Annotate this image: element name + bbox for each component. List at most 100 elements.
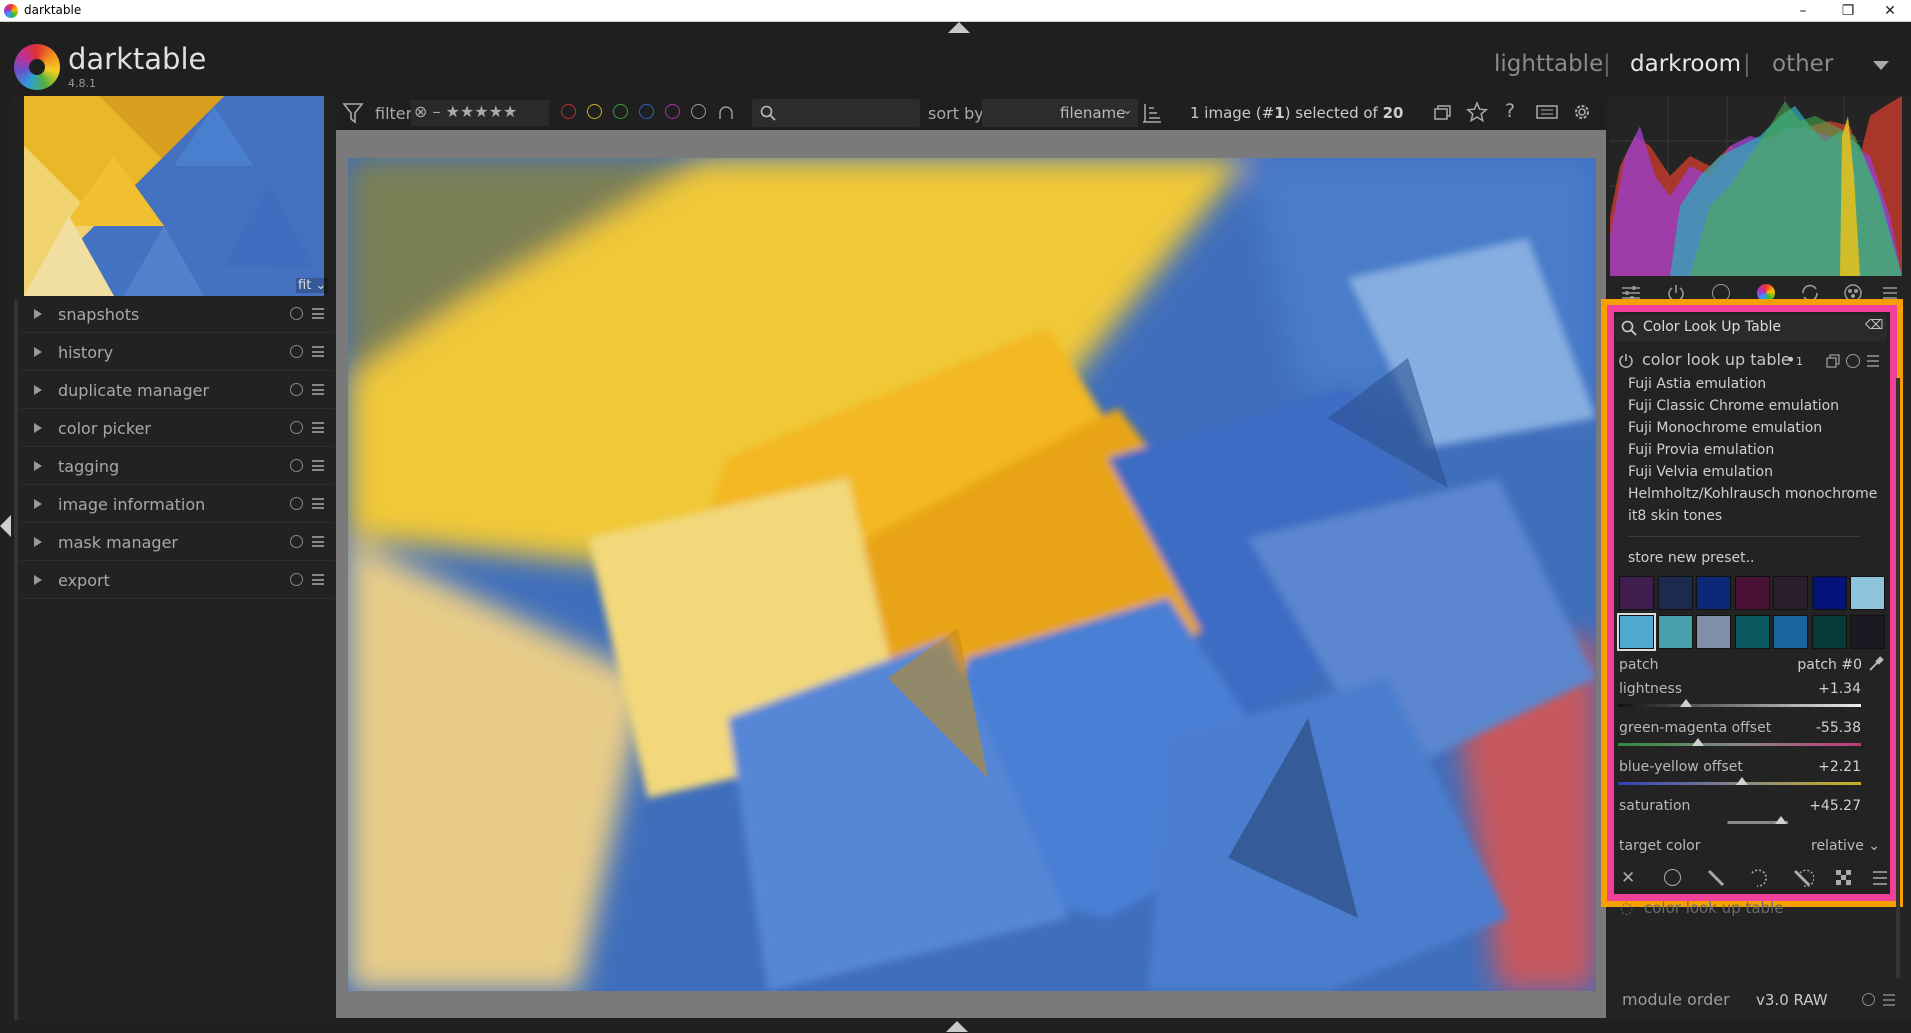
collapsed-module-header[interactable]: ◌ color look up table <box>1616 897 1886 921</box>
color-patch[interactable] <box>1811 615 1847 649</box>
quick-access-icon[interactable] <box>1620 283 1642 303</box>
blue-yellow-slider-handle[interactable] <box>1735 777 1748 785</box>
preset-item[interactable]: Fuji Classic Chrome emulation <box>1628 398 1839 414</box>
drawn-parametric-mask-icon[interactable] <box>1792 868 1814 888</box>
maximize-button[interactable]: ❐ <box>1828 1 1868 21</box>
color-label-operator-icon[interactable] <box>717 104 735 120</box>
color-modules-icon[interactable] <box>1757 284 1775 302</box>
green-magenta-slider[interactable] <box>1618 743 1861 746</box>
filter-funnel-icon[interactable] <box>342 101 364 125</box>
store-new-preset[interactable]: store new preset.. <box>1628 550 1755 566</box>
presets-menu-icon[interactable] <box>312 346 324 357</box>
color-label-grey-icon[interactable] <box>691 104 706 119</box>
collapse-left-arrow-icon[interactable] <box>0 515 11 537</box>
reset-icon[interactable] <box>1862 993 1875 1006</box>
reject-icon[interactable]: ⊗ – ★★★★★ <box>414 102 517 121</box>
module-order-bar[interactable]: module order v3.0 RAW <box>1622 988 1902 1014</box>
collapse-top-arrow-icon[interactable] <box>948 22 970 33</box>
sort-select[interactable]: filename ⌄ <box>982 99 1138 127</box>
search-input[interactable] <box>752 99 920 127</box>
reset-icon[interactable] <box>290 459 303 472</box>
sort-order-icon[interactable] <box>1142 102 1162 124</box>
reset-icon[interactable] <box>290 573 303 586</box>
histogram[interactable] <box>1610 96 1902 276</box>
view-darkroom[interactable]: darkroom <box>1630 51 1741 77</box>
keyboard-shortcuts-icon[interactable] <box>1536 104 1558 120</box>
view-lighttable[interactable]: lighttable <box>1494 51 1603 77</box>
eyedropper-icon[interactable] <box>1868 656 1884 672</box>
presets-menu-icon[interactable] <box>312 384 324 395</box>
left-panel-scrollbar[interactable] <box>14 300 18 1020</box>
reset-icon[interactable] <box>290 307 303 320</box>
color-patch[interactable] <box>1657 615 1693 649</box>
close-button[interactable]: ✕ <box>1870 1 1910 21</box>
multi-instance-icon[interactable] <box>1826 354 1841 369</box>
main-image[interactable] <box>348 158 1596 991</box>
reset-icon[interactable] <box>290 383 303 396</box>
module-search-input[interactable]: Color Look Up Table ⌫ <box>1615 315 1887 341</box>
module-snapshots[interactable]: snapshots <box>20 295 334 333</box>
presets-menu-icon[interactable] <box>312 460 324 471</box>
base-modules-circle-icon[interactable] <box>1712 284 1730 302</box>
color-label-green-icon[interactable] <box>613 104 628 119</box>
color-patch[interactable] <box>1773 615 1808 649</box>
correct-modules-icon[interactable] <box>1799 283 1821 303</box>
green-magenta-value[interactable]: -55.38 <box>1761 720 1861 736</box>
module-header[interactable]: color look up table • 1 <box>1616 347 1888 375</box>
zoom-fit-dropdown[interactable]: fit ⌄ <box>296 278 329 293</box>
module-tagging[interactable]: tagging <box>20 447 334 485</box>
color-patch[interactable] <box>1734 615 1770 649</box>
saturation-slider-handle[interactable] <box>1774 816 1787 824</box>
module-export[interactable]: export <box>20 561 334 599</box>
presets-menu-icon[interactable] <box>312 536 324 547</box>
color-patch[interactable] <box>1696 615 1731 649</box>
module-image-information[interactable]: image information <box>20 485 334 523</box>
module-color-picker[interactable]: color picker <box>20 409 334 447</box>
color-label-purple-icon[interactable] <box>665 104 680 119</box>
help-icon[interactable]: ? <box>1505 100 1515 122</box>
lightness-value[interactable]: +1.34 <box>1761 681 1861 697</box>
reset-icon[interactable] <box>1846 354 1860 368</box>
blend-presets-menu-icon[interactable] <box>1872 870 1888 886</box>
presets-menu-icon[interactable] <box>312 574 324 585</box>
blend-off-icon[interactable]: ✕ <box>1621 868 1635 888</box>
presets-menu-icon[interactable] <box>312 422 324 433</box>
presets-menu-icon[interactable] <box>1866 354 1880 368</box>
color-patch[interactable] <box>1811 576 1847 610</box>
reset-icon[interactable] <box>290 497 303 510</box>
parametric-mask-icon[interactable] <box>1749 868 1771 888</box>
presets-menu-icon[interactable] <box>312 498 324 509</box>
module-power-icon[interactable]: ◌ <box>1620 899 1633 917</box>
green-magenta-slider-handle[interactable] <box>1692 738 1705 746</box>
presets-menu-icon[interactable] <box>312 308 324 319</box>
color-label-red-icon[interactable] <box>561 104 576 119</box>
color-patch[interactable] <box>1850 576 1885 610</box>
reset-icon[interactable] <box>290 345 303 358</box>
navigation-thumbnail[interactable] <box>24 96 324 296</box>
module-duplicate-manager[interactable]: duplicate manager <box>20 371 334 409</box>
clear-search-icon[interactable]: ⌫ <box>1865 318 1883 333</box>
minimize-button[interactable]: – <box>1783 1 1823 21</box>
color-patch[interactable] <box>1773 576 1808 610</box>
color-patch[interactable] <box>1734 576 1770 610</box>
color-patch[interactable] <box>1657 576 1693 610</box>
right-panel-scrollbar[interactable] <box>1896 378 1900 978</box>
reset-icon[interactable] <box>290 535 303 548</box>
active-modules-power-icon[interactable] <box>1666 283 1686 303</box>
preset-item[interactable]: Fuji Monochrome emulation <box>1628 420 1822 436</box>
raster-mask-icon[interactable] <box>1834 868 1854 888</box>
color-label-yellow-icon[interactable] <box>587 104 602 119</box>
views-dropdown-icon[interactable] <box>1873 61 1889 70</box>
gear-icon[interactable] <box>1572 102 1592 122</box>
saturation-slider[interactable] <box>1618 821 1861 824</box>
view-other[interactable]: other <box>1772 51 1833 77</box>
color-patch[interactable] <box>1617 613 1656 651</box>
star-overlay-icon[interactable] <box>1466 101 1488 123</box>
collapse-bottom-arrow-icon[interactable] <box>946 1021 968 1032</box>
preset-item[interactable]: Fuji Astia emulation <box>1628 376 1766 392</box>
target-color-select[interactable]: relative ⌄ <box>1780 838 1880 858</box>
saturation-value[interactable]: +45.27 <box>1761 798 1861 814</box>
preset-item[interactable]: Helmholtz/Kohlrausch monochrome <box>1628 486 1877 502</box>
drawn-mask-icon[interactable] <box>1706 868 1726 888</box>
preset-item[interactable]: Fuji Provia emulation <box>1628 442 1774 458</box>
